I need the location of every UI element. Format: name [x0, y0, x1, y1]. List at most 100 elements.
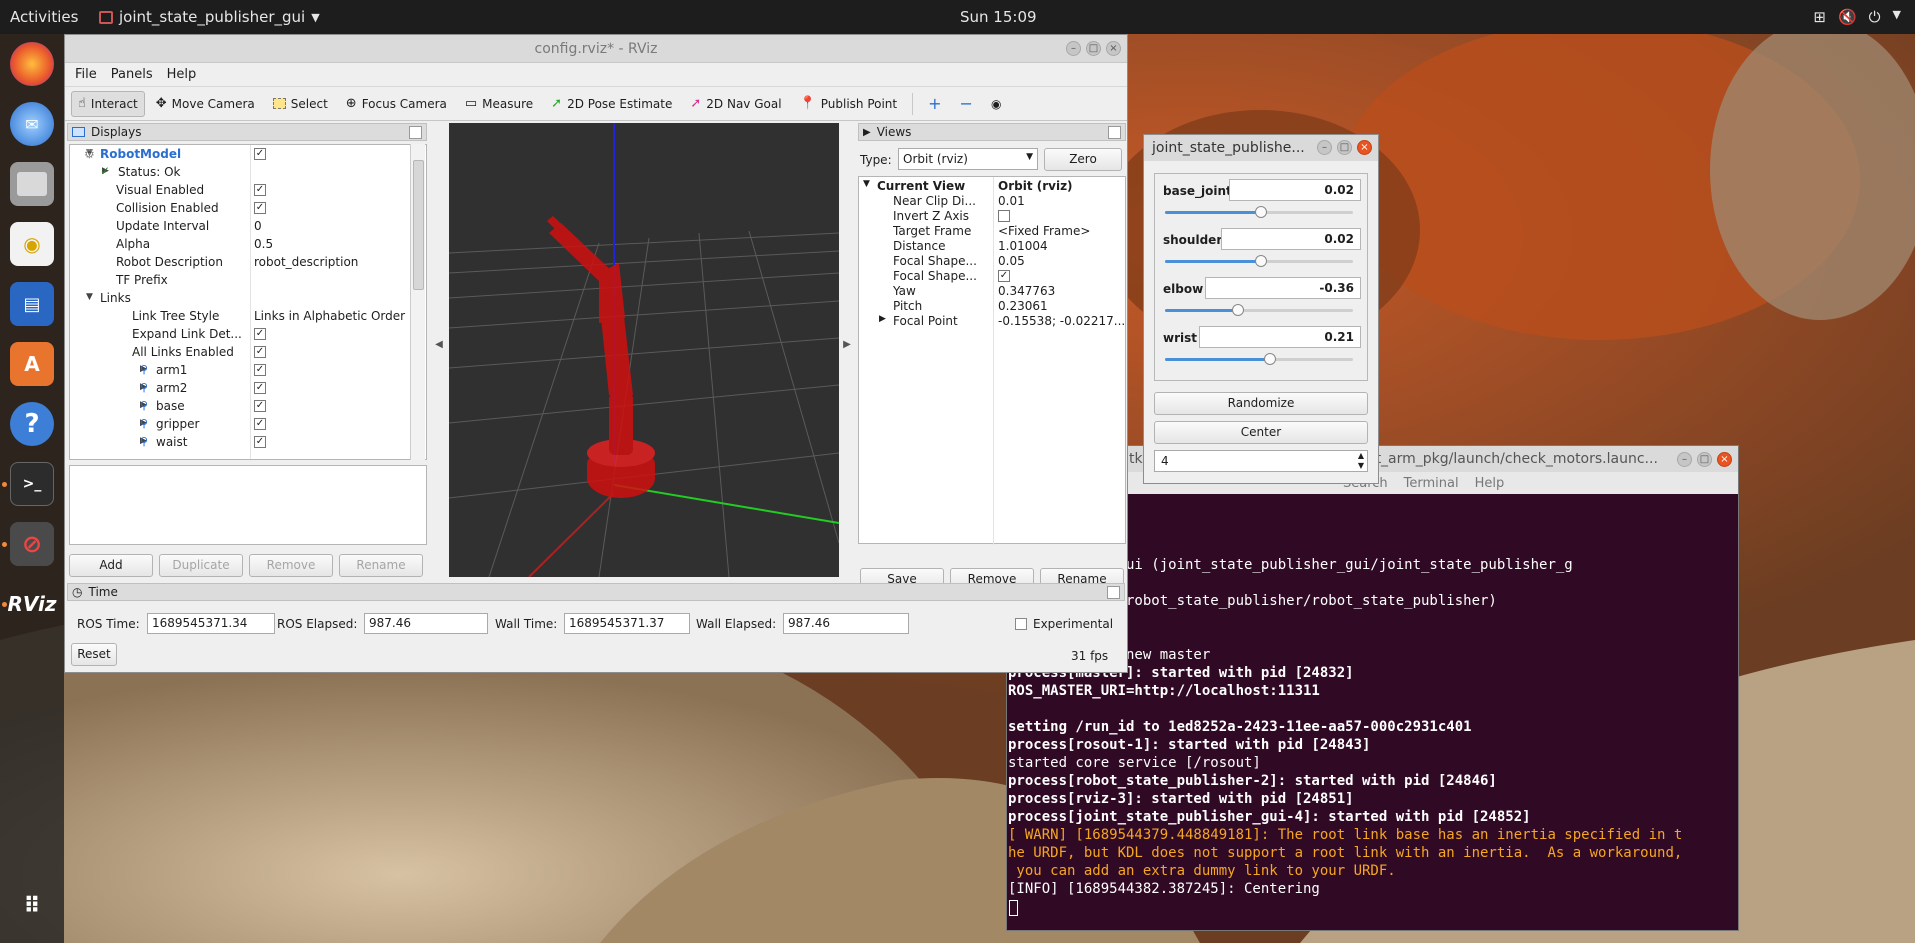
wall-elapsed-field[interactable]: 987.46 [783, 613, 909, 634]
collapse-arrow-icon[interactable]: ▼ [863, 179, 870, 189]
remove-button[interactable]: Remove [249, 554, 333, 577]
view-row[interactable]: ▶ Focal Point -0.15538; -0.02217... [859, 314, 1125, 329]
duplicate-button[interactable]: Duplicate [159, 554, 243, 577]
experimental-checkbox[interactable] [1015, 618, 1027, 630]
tool-2d-nav-goal[interactable]: ➚ 2D Nav Goal [683, 91, 788, 117]
minimize-icon[interactable]: – [1677, 452, 1692, 467]
display-row[interactable]: ▼ Links [70, 289, 426, 307]
remove-tool-button[interactable]: − [953, 91, 980, 117]
maximize-icon[interactable]: □ [1086, 41, 1101, 56]
display-row[interactable]: ▶ Status: Ok ✓ [70, 163, 426, 181]
undock-button[interactable] [1107, 586, 1120, 599]
rviz-icon[interactable]: RViz [7, 582, 56, 626]
displays-scrollbar[interactable] [410, 144, 425, 460]
view-row[interactable]: Yaw 0.347763 [859, 284, 1125, 299]
software-icon[interactable]: A [10, 342, 54, 386]
joint-value-field[interactable]: 0.21 [1199, 326, 1361, 348]
display-row[interactable]: Expand Link Det... ✓ [70, 325, 426, 343]
display-checkbox[interactable]: ✓ [254, 202, 266, 214]
display-row[interactable]: Collision Enabled ✓ [70, 199, 426, 217]
undock-button[interactable] [409, 126, 422, 139]
displays-tree[interactable]: ▼ RobotModel ⚙ ✓ ▶ Status: Ok ✓ Visual Enabled ✓… [69, 144, 427, 460]
joint-slider[interactable] [1165, 255, 1353, 267]
display-checkbox[interactable]: ✓ [254, 148, 266, 160]
rename-button[interactable]: Rename [339, 554, 423, 577]
view-row[interactable]: Focal Shape... 0.05 [859, 254, 1125, 269]
slider-handle[interactable] [1264, 353, 1277, 365]
help-icon[interactable]: ? [10, 402, 54, 446]
thunderbird-icon[interactable]: ✉ [10, 102, 54, 146]
firefox-icon[interactable] [10, 42, 54, 86]
joint-count-spinbox[interactable]: 4 ▲ ▼ [1154, 450, 1368, 472]
ros-time-field[interactable]: 1689545371.34 [147, 613, 275, 634]
minimize-icon[interactable]: – [1317, 140, 1332, 155]
app-menu[interactable]: joint_state_publisher_gui ▼ [99, 8, 320, 26]
tool-interact[interactable]: ☝ Interact [71, 90, 145, 117]
render-viewport[interactable] [449, 123, 839, 577]
clock[interactable]: Sun 15:09 [960, 8, 1037, 26]
display-checkbox[interactable]: ✓ [254, 184, 266, 196]
display-checkbox[interactable]: ✓ [254, 346, 266, 358]
display-row[interactable]: Visual Enabled ✓ [70, 181, 426, 199]
tool-select[interactable]: Select [266, 91, 335, 117]
collapse-right-icon[interactable]: ▶ [839, 123, 855, 577]
view-checkbox[interactable]: ✓ [998, 270, 1010, 282]
slider-handle[interactable] [1254, 255, 1267, 267]
view-type-select[interactable]: Orbit (rviz) ▼ [898, 148, 1038, 170]
maximize-icon[interactable]: □ [1337, 140, 1352, 155]
show-apps-icon[interactable]: ⠿ [10, 884, 54, 928]
scrollbar-thumb[interactable] [413, 160, 424, 290]
zero-button[interactable]: Zero [1044, 148, 1122, 171]
close-icon[interactable]: × [1106, 41, 1121, 56]
display-row[interactable]: All Links Enabled ✓ [70, 343, 426, 361]
display-checkbox[interactable]: ✓ [254, 418, 266, 430]
display-row[interactable]: Robot Description robot_description [70, 253, 426, 271]
expand-arrow-icon[interactable]: ▶ [879, 314, 886, 324]
close-icon[interactable]: × [1717, 452, 1732, 467]
display-row[interactable]: ▶ arm2 ⚲ ✓ [70, 379, 426, 397]
menu-terminal[interactable]: Terminal [1404, 476, 1459, 491]
display-row[interactable]: Link Tree Style Links in Alphabetic Order [70, 307, 426, 325]
joint-state-publisher-window[interactable]: joint_state_publishe... – □ × base_joint… [1143, 134, 1379, 484]
display-checkbox[interactable]: ✓ [254, 382, 266, 394]
tool-publish-point[interactable]: 📍 Publish Point [793, 91, 905, 117]
view-row[interactable]: ▼ Current View Orbit (rviz) [859, 179, 1125, 194]
joint-value-field[interactable]: -0.36 [1205, 277, 1361, 299]
writer-icon[interactable]: ▤ [10, 282, 54, 326]
display-row[interactable]: Alpha 0.5 [70, 235, 426, 253]
ros-elapsed-field[interactable]: 987.46 [364, 613, 488, 634]
joint-value-field[interactable]: 0.02 [1229, 179, 1361, 201]
wall-time-field[interactable]: 1689545371.37 [564, 613, 690, 634]
views-tree[interactable]: ▼ Current View Orbit (rviz) Near Clip Di...… [858, 176, 1126, 545]
rhythmbox-icon[interactable]: ◉ [10, 222, 54, 266]
display-row[interactable]: ▶ gripper ⚲ ✓ [70, 415, 426, 433]
view-checkbox[interactable] [998, 210, 1010, 222]
slider-handle[interactable] [1232, 304, 1245, 316]
joint-value-field[interactable]: 0.02 [1221, 228, 1361, 250]
display-row[interactable]: Update Interval 0 [70, 217, 426, 235]
system-tray[interactable]: ⊞ 🔇 ⏻ ▼ [1813, 8, 1901, 26]
menu-file[interactable]: File [75, 67, 97, 82]
display-checkbox[interactable]: ✓ [254, 436, 266, 448]
add-tool-button[interactable]: + [921, 91, 948, 117]
minimize-icon[interactable]: – [1066, 41, 1081, 56]
slider-handle[interactable] [1254, 206, 1267, 218]
collapse-arrow-icon[interactable]: ▼ [86, 292, 93, 302]
display-row[interactable]: TF Prefix [70, 271, 426, 289]
view-row[interactable]: Invert Z Axis [859, 209, 1125, 224]
jsp-titlebar[interactable]: joint_state_publishe... – □ × [1144, 135, 1378, 161]
display-row[interactable]: ▶ arm1 ⚲ ✓ [70, 361, 426, 379]
display-row[interactable]: ▶ base ⚲ ✓ [70, 397, 426, 415]
view-row[interactable]: Target Frame <Fixed Frame> [859, 224, 1125, 239]
files-icon[interactable] [10, 162, 54, 206]
display-checkbox[interactable]: ✓ [254, 328, 266, 340]
close-icon[interactable]: × [1357, 140, 1372, 155]
display-checkbox[interactable]: ✓ [254, 400, 266, 412]
rviz-window[interactable]: config.rviz* - RViz – □ × File Panels He… [64, 34, 1128, 673]
view-row[interactable]: Near Clip Di... 0.01 [859, 194, 1125, 209]
display-row[interactable]: ▼ RobotModel ⚙ ✓ [70, 145, 426, 163]
rviz-titlebar[interactable]: config.rviz* - RViz – □ × [65, 35, 1127, 63]
menu-help[interactable]: Help [1475, 476, 1505, 491]
joint-slider[interactable] [1165, 206, 1353, 218]
spin-up-icon[interactable]: ▲ [1358, 451, 1364, 460]
